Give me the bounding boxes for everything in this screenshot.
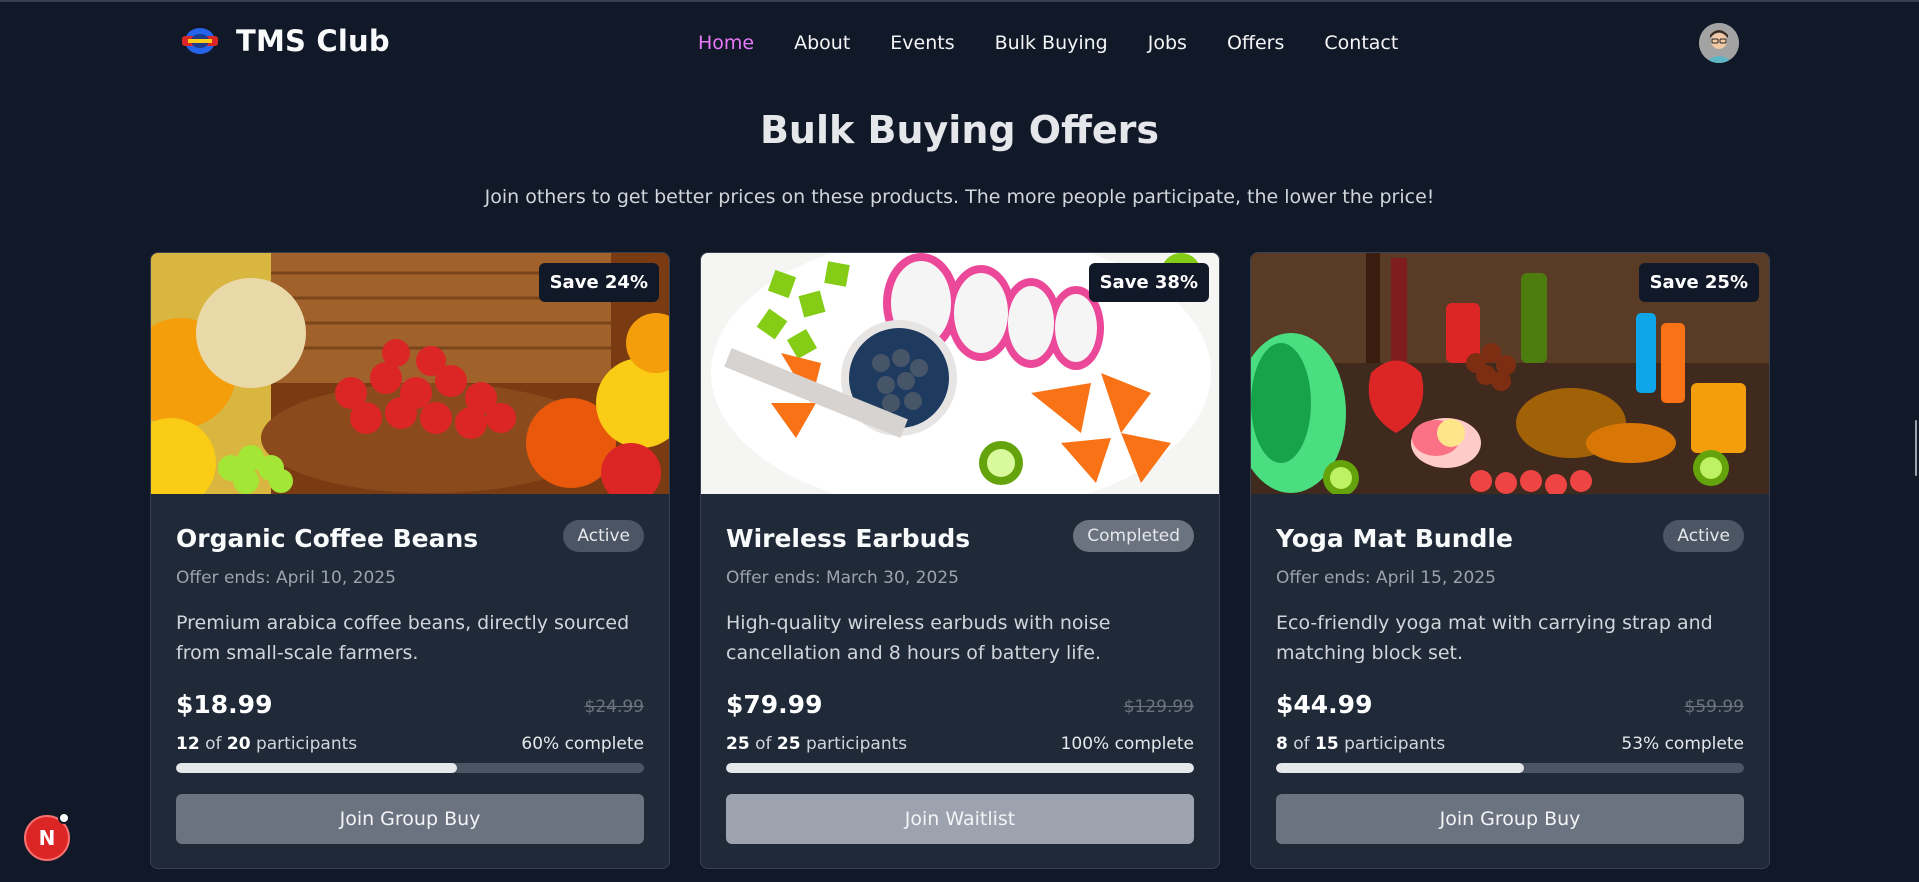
progress-fill [1276, 763, 1525, 773]
offer-description: High-quality wireless earbuds with noise… [726, 612, 1111, 664]
participants-label: participants [805, 734, 908, 754]
participants-of: of [1293, 734, 1310, 754]
nav-home[interactable]: Home [698, 32, 754, 54]
club-badge-icon [182, 28, 218, 54]
participants-label: participants [255, 734, 358, 754]
participants-target: 20 [226, 734, 251, 754]
completion-percent: 100% complete [1060, 734, 1194, 754]
dev-tools-letter: N [38, 826, 56, 850]
offer-price: $44.99 [1276, 690, 1373, 719]
participants-count: 8 of 15 participants [1276, 734, 1445, 754]
completion-percent: 53% complete [1621, 734, 1744, 754]
offer-price: $79.99 [726, 690, 823, 719]
participants-count: 25 of 25 participants [726, 734, 907, 754]
join-waitlist-button[interactable]: Join Waitlist [726, 794, 1194, 844]
offer-card: Save 25% Yoga Mat Bundle Active Offer en… [1250, 252, 1770, 869]
progress-bar [1276, 763, 1744, 773]
user-avatar-icon [1699, 23, 1739, 63]
main-menu: Home About Events Bulk Buying Jobs Offer… [698, 32, 1438, 54]
original-price: $59.99 [1684, 697, 1744, 717]
participants-of: of [755, 734, 772, 754]
join-group-buy-button[interactable]: Join Group Buy [176, 794, 644, 844]
participants-target: 25 [776, 734, 801, 754]
nav-bulk-buying[interactable]: Bulk Buying [995, 32, 1108, 54]
nav-offers[interactable]: Offers [1227, 32, 1284, 54]
nav-jobs[interactable]: Jobs [1148, 32, 1187, 54]
completion-percent: 60% complete [521, 734, 644, 754]
brand-name: TMS Club [236, 24, 390, 58]
offer-end-date: Offer ends: March 30, 2025 [726, 568, 959, 588]
save-badge: Save 38% [1088, 263, 1209, 302]
join-group-buy-button[interactable]: Join Group Buy [1276, 794, 1744, 844]
offer-title: Yoga Mat Bundle [1276, 524, 1513, 553]
original-price: $129.99 [1123, 697, 1194, 717]
page-title: Bulk Buying Offers [759, 108, 1160, 152]
offer-card: Save 38% Wireless Earbuds Completed Offe… [700, 252, 1220, 869]
nav-events[interactable]: Events [890, 32, 954, 54]
offer-description: Premium arabica coffee beans, directly s… [176, 612, 630, 664]
navbar: TMS Club Home About Events Bulk Buying J… [0, 2, 1919, 82]
progress-fill [176, 763, 457, 773]
status-badge: Completed [1073, 520, 1194, 552]
participants-target: 15 [1315, 734, 1339, 754]
progress-bar [176, 763, 644, 773]
participants-label: participants [1344, 734, 1446, 754]
save-badge: Save 25% [1638, 263, 1759, 302]
brand[interactable]: TMS Club [180, 24, 390, 58]
offer-price: $18.99 [176, 690, 273, 719]
participants-current: 25 [726, 734, 750, 754]
offer-end-date: Offer ends: April 15, 2025 [1276, 568, 1496, 588]
status-badge: Active [1663, 520, 1744, 552]
participants-of: of [205, 734, 222, 754]
notification-dot [58, 812, 70, 824]
participants-count: 12 of 20 participants [176, 734, 357, 754]
participants-current: 12 [176, 734, 200, 754]
grocery-assortment-photo: Save 25% [1251, 253, 1769, 494]
save-badge: Save 24% [538, 263, 659, 302]
progress-bar [726, 763, 1194, 773]
offer-title: Wireless Earbuds [726, 524, 971, 553]
fruit-platter-photo: Save 38% [701, 253, 1219, 494]
fruit-basket-photo: Save 24% [151, 253, 669, 494]
participants-current: 8 [1276, 734, 1288, 754]
offer-end-date: Offer ends: April 10, 2025 [176, 568, 396, 588]
progress-fill [726, 763, 1194, 773]
original-price: $24.99 [584, 697, 644, 717]
nav-about[interactable]: About [794, 32, 850, 54]
page-subtitle: Join others to get better prices on thes… [484, 186, 1435, 208]
offer-title: Organic Coffee Beans [176, 524, 479, 553]
offer-card: Save 24% Organic Coffee Beans Active Off… [150, 252, 670, 869]
status-badge: Active [563, 520, 644, 552]
offer-description: Eco-friendly yoga mat with carrying stra… [1276, 612, 1713, 664]
scrollbar-thumb[interactable] [1915, 420, 1917, 476]
nav-contact[interactable]: Contact [1324, 32, 1398, 54]
user-avatar[interactable] [1699, 23, 1739, 63]
